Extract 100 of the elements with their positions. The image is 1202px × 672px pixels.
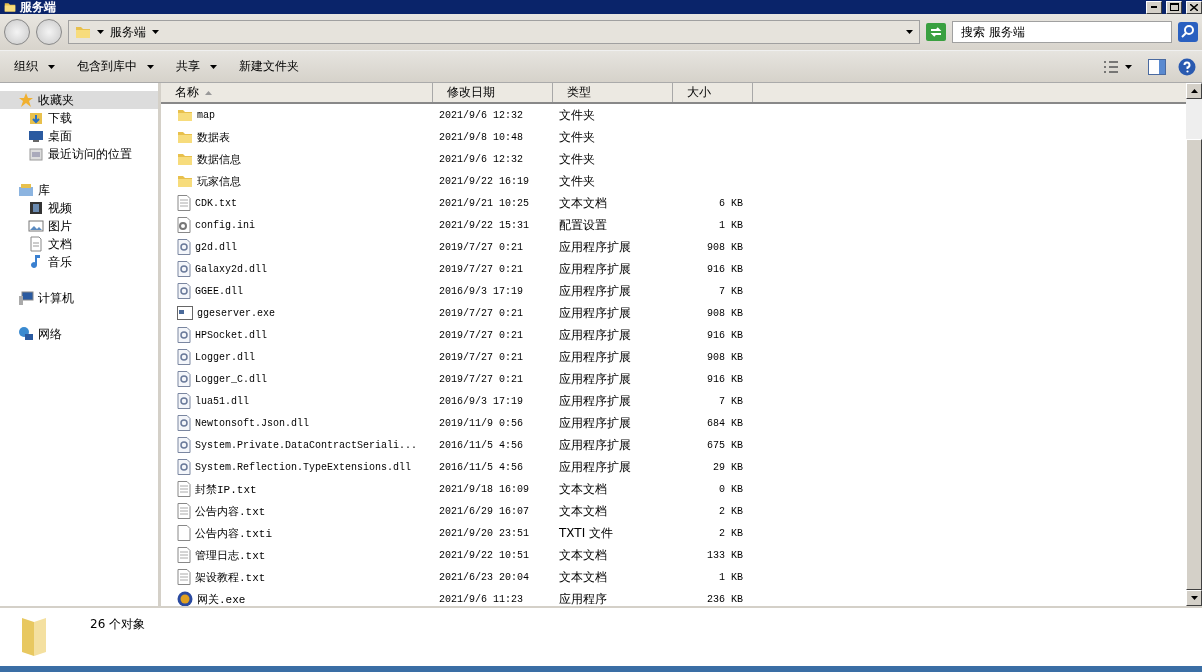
maximize-icon: [1169, 3, 1179, 11]
type-cell-text: 应用程序扩展: [558, 370, 632, 388]
sidebar-item[interactable]: 桌面: [0, 127, 158, 145]
toolbar-button[interactable]: 共享: [168, 56, 225, 77]
file-name[interactable]: 公告内容.txti: [195, 525, 272, 541]
size-cell-text: 1 KB: [718, 219, 743, 231]
sidebar-item[interactable]: 最近访问的位置: [0, 145, 158, 163]
column-header[interactable]: 修改日期: [433, 83, 553, 102]
scroll-down-button[interactable]: [1186, 590, 1202, 606]
date-cell-text: 2019/7/27 0:21: [438, 329, 524, 341]
close-button[interactable]: [1186, 0, 1202, 14]
down-arrow-icon: [1190, 596, 1198, 600]
size-cell-text: 916 KB: [706, 263, 743, 275]
type-cell-text: TXTI 文件: [558, 524, 615, 542]
refresh-icon[interactable]: [926, 23, 946, 41]
text-file-icon: [177, 481, 191, 497]
file-name[interactable]: 玩家信息: [197, 173, 241, 189]
help-icon[interactable]: [1178, 57, 1196, 76]
column-header[interactable]: 类型: [553, 83, 673, 102]
download-folder-icon: [28, 110, 44, 126]
file-name[interactable]: HPSocket.dll: [195, 329, 267, 341]
gear-file-icon: [177, 261, 191, 277]
size-cell-text: 908 KB: [706, 307, 743, 319]
type-cell-text: 文件夹: [558, 150, 596, 168]
size-cell-text: 29 KB: [712, 461, 743, 473]
sidebar-item[interactable]: 图片: [0, 217, 158, 235]
back-button[interactable]: [4, 19, 30, 45]
type-cell-text: 应用程序扩展: [558, 436, 632, 454]
preview-pane-icon[interactable]: [1148, 58, 1166, 75]
search-icon[interactable]: [1178, 22, 1198, 42]
toolbar-button[interactable]: 新建文件夹: [231, 56, 307, 77]
sidebar-item[interactable]: 库: [0, 181, 158, 199]
file-name[interactable]: 数据信息: [197, 151, 241, 167]
type-cell-text: 应用程序扩展: [558, 414, 632, 432]
sidebar-item[interactable]: 收藏夹: [0, 91, 158, 109]
type-cell-text: 文本文档: [558, 546, 608, 564]
file-name[interactable]: Logger.dll: [195, 351, 255, 363]
folder-icon: [4, 1, 16, 13]
file-name[interactable]: Newtonsoft.Json.dll: [195, 417, 310, 429]
folder-icon: [177, 173, 193, 189]
size-cell-text: 908 KB: [706, 351, 743, 363]
app-icon: [177, 591, 193, 607]
file-name[interactable]: CDK.txt: [195, 197, 237, 209]
file-name[interactable]: map: [197, 109, 215, 121]
file-name[interactable]: Galaxy2d.dll: [195, 263, 267, 275]
toolbar-button[interactable]: 组织: [6, 56, 63, 77]
gear-file-icon: [177, 217, 191, 233]
file-name[interactable]: g2d.dll: [195, 241, 237, 253]
size-cell-text: 133 KB: [706, 549, 743, 561]
address-bar[interactable]: 服务端: [68, 20, 920, 44]
sidebar-item[interactable]: 视频: [0, 199, 158, 217]
column-header[interactable]: 大小: [673, 83, 753, 102]
sidebar-item[interactable]: 计算机: [0, 289, 158, 307]
type-cell-text: 应用程序: [558, 590, 608, 608]
sidebar-item[interactable]: 下载: [0, 109, 158, 127]
file-name[interactable]: System.Private.DataContractSeriali...: [195, 439, 418, 451]
minimize-button[interactable]: [1146, 0, 1162, 14]
search-field[interactable]: 搜索 服务端: [952, 21, 1172, 43]
text-file-icon: [177, 195, 191, 211]
date-cell-text: 2019/7/27 0:21: [438, 263, 524, 275]
view-list-icon[interactable]: [1103, 59, 1119, 74]
file-name[interactable]: Logger_C.dll: [195, 373, 267, 385]
date-cell-text: 2016/11/5 4:56: [438, 439, 524, 451]
folder-icon: [177, 151, 193, 167]
date-cell-text: 2021/9/6 12:32: [438, 109, 524, 121]
column-header[interactable]: 名称: [161, 83, 433, 102]
file-name[interactable]: config.ini: [195, 219, 255, 231]
file-name[interactable]: 数据表: [197, 129, 230, 145]
text-file-icon: [177, 547, 191, 563]
size-cell-text: 916 KB: [706, 329, 743, 341]
gear-file-icon: [177, 437, 191, 453]
date-cell-text: 2021/6/29 16:07: [438, 505, 530, 517]
file-name[interactable]: 管理日志.txt: [195, 547, 266, 563]
date-cell-text: 2021/6/23 20:04: [438, 571, 530, 583]
date-cell-text: 2021/9/22 15:31: [438, 219, 530, 231]
date-cell-text: 2021/9/6 12:32: [438, 153, 524, 165]
type-cell-text: 应用程序扩展: [558, 304, 632, 322]
file-name[interactable]: ggeserver.exe: [197, 307, 275, 319]
caret-icon: [97, 30, 104, 34]
file-name[interactable]: 架设教程.txt: [195, 569, 266, 585]
star-icon: [18, 92, 34, 108]
file-name[interactable]: lua51.dll: [195, 395, 249, 407]
gear-file-icon: [177, 415, 191, 431]
forward-button[interactable]: [36, 19, 62, 45]
file-name[interactable]: System.Reflection.TypeExtensions.dll: [195, 461, 412, 473]
film-icon: [28, 200, 44, 216]
file-name[interactable]: 公告内容.txt: [195, 503, 266, 519]
network-icon: [18, 326, 34, 342]
date-cell-text: 2019/7/27 0:21: [438, 373, 524, 385]
sidebar-item[interactable]: 音乐: [0, 253, 158, 271]
sidebar-item[interactable]: 文档: [0, 235, 158, 253]
file-name[interactable]: 网关.exe: [197, 591, 246, 607]
close-icon: [1190, 3, 1198, 11]
file-name[interactable]: 封禁IP.txt: [195, 481, 257, 497]
maximize-button[interactable]: [1166, 0, 1182, 14]
scroll-up-button[interactable]: [1186, 83, 1202, 99]
caret-icon: [147, 64, 154, 69]
toolbar-button[interactable]: 包含到库中: [69, 56, 162, 77]
sidebar-item[interactable]: 网络: [0, 325, 158, 343]
file-name[interactable]: GGEE.dll: [195, 285, 243, 297]
